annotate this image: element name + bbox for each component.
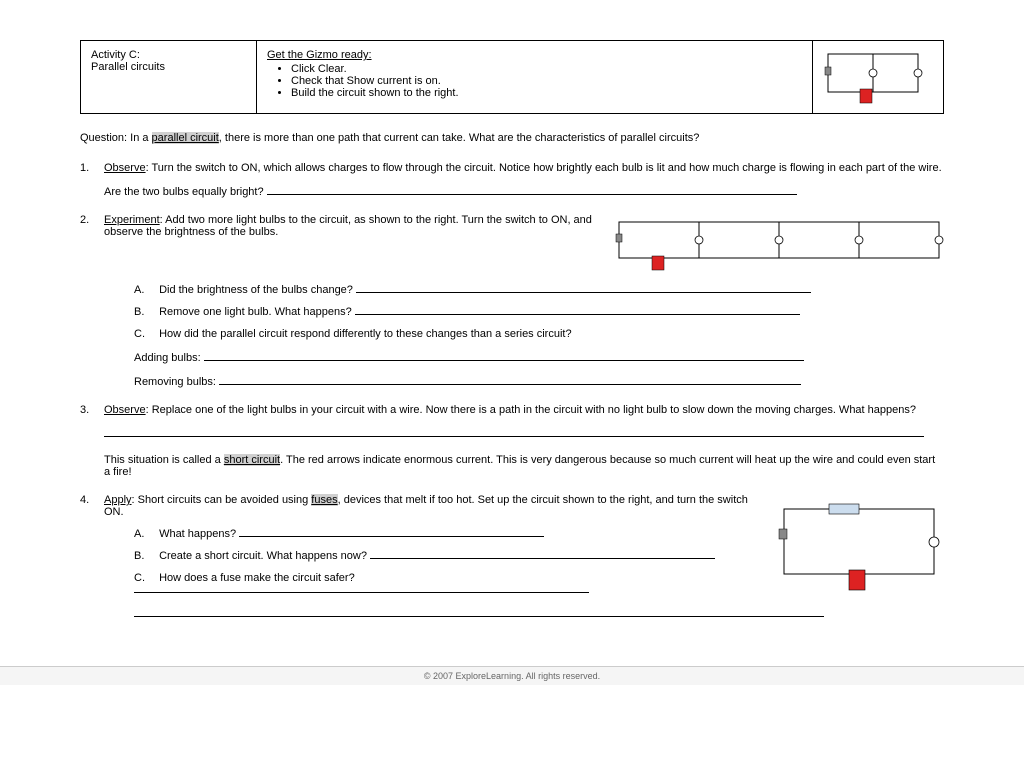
answer-blank[interactable] — [356, 292, 811, 293]
answer-blank[interactable] — [204, 360, 804, 361]
q3-number: 3. — [80, 404, 104, 416]
q1-lead: Observe — [104, 162, 146, 174]
circuit-diagram-four-bulbs — [614, 214, 944, 274]
q2-b-label: B. — [134, 306, 156, 318]
activity-label: Activity C: — [91, 49, 246, 61]
q4-c-label: C. — [134, 572, 156, 584]
question-1: 1. Observe: Turn the switch to ON, which… — [80, 162, 944, 198]
answer-blank[interactable] — [104, 436, 924, 437]
question-suffix: , there is more than one path that curre… — [219, 132, 700, 144]
q2-c: C. How did the parallel circuit respond … — [134, 328, 944, 388]
q4-c-blank2 — [134, 608, 944, 620]
answer-blank[interactable] — [134, 592, 589, 593]
q3-text: : Replace one of the light bulbs in your… — [146, 404, 916, 416]
q2-removing: Removing bulbs: — [134, 376, 219, 388]
answer-blank[interactable] — [370, 558, 715, 559]
q1-prompt: Are the two bulbs equally bright? — [104, 186, 267, 198]
q2-adding-row: Adding bulbs: — [134, 352, 944, 364]
ready-list: Click Clear. Check that Show current is … — [267, 63, 802, 99]
q2-b-text: Remove one light bulb. What happens? — [159, 306, 355, 318]
answer-blank[interactable] — [239, 536, 544, 537]
answer-blank[interactable] — [267, 194, 797, 195]
q2-removing-row: Removing bulbs: — [134, 376, 944, 388]
q3-note: This situation is called a short circuit… — [104, 454, 944, 478]
q4-a-text: What happens? — [159, 528, 239, 540]
question-4: 4. Apply: Short circuits can be avoided … — [80, 494, 944, 620]
circuit-diagram-small — [823, 49, 933, 105]
q3-note-pre: This situation is called a — [104, 454, 224, 466]
q2-adding: Adding bulbs: — [134, 352, 204, 364]
q4-lead: Apply — [104, 494, 132, 506]
answer-blank[interactable] — [355, 314, 800, 315]
answer-blank[interactable] — [219, 384, 801, 385]
q2-a-text: Did the brightness of the bulbs change? — [159, 284, 356, 296]
question-intro: Question: In a parallel circuit, there i… — [80, 132, 944, 144]
question-prefix: Question: In a — [80, 132, 152, 144]
circuit-diagram-fuse — [774, 494, 944, 594]
q2-lead: Experiment — [104, 214, 160, 226]
term-short-circuit: short circuit — [224, 454, 280, 466]
q4-number: 4. — [80, 494, 104, 506]
ready-item-text: Click Clear. — [291, 63, 347, 75]
q2-a-label: A. — [134, 284, 156, 296]
q2-number: 2. — [80, 214, 104, 226]
q3-lead: Observe — [104, 404, 146, 416]
q3-blank-row — [104, 428, 944, 440]
ready-item: Build the circuit shown to the right. — [291, 87, 802, 99]
q2-c-text: How did the parallel circuit respond dif… — [159, 328, 572, 340]
q2-b: B. Remove one light bulb. What happens? — [134, 306, 944, 318]
q4-b-label: B. — [134, 550, 156, 562]
activity-cell: Activity C: Parallel circuits — [81, 41, 257, 114]
q2-a: A. Did the brightness of the bulbs chang… — [134, 284, 944, 296]
q2-body: Experiment: Add two more light bulbs to … — [104, 214, 944, 388]
q2-text: : Add two more light bulbs to the circui… — [104, 214, 592, 238]
ready-item: Click Clear. — [291, 63, 802, 75]
question-2: 2. Experiment: Add two more light bulbs … — [80, 214, 944, 388]
page-footer: © 2007 ExploreLearning. All rights reser… — [0, 666, 1024, 685]
q4-body: Apply: Short circuits can be avoided usi… — [104, 494, 944, 620]
q2-c-label: C. — [134, 328, 156, 340]
ready-item-text: Build the circuit shown to the right. — [291, 87, 459, 99]
q1-number: 1. — [80, 162, 104, 174]
q4-a-label: A. — [134, 528, 156, 540]
ready-item-text: Check that Show current is on. — [291, 75, 441, 87]
question-3: 3. Observe: Replace one of the light bul… — [80, 404, 944, 478]
term-parallel-circuit: parallel circuit — [152, 132, 219, 144]
ready-item: Check that Show current is on. — [291, 75, 802, 87]
q4-b-text: Create a short circuit. What happens now… — [159, 550, 370, 562]
worksheet-page: Activity C: Parallel circuits Get the Gi… — [0, 0, 1024, 646]
q4-text-pre: : Short circuits can be avoided using — [132, 494, 312, 506]
q1-prompt-row: Are the two bulbs equally bright? — [104, 186, 944, 198]
header-table: Activity C: Parallel circuits Get the Gi… — [80, 40, 944, 114]
q3-body: Observe: Replace one of the light bulbs … — [104, 404, 944, 478]
q1-text: : Turn the switch to ON, which allows ch… — [146, 162, 942, 174]
q4-c-text: How does a fuse make the circuit safer? — [159, 572, 355, 584]
term-fuses: fuses — [311, 494, 337, 506]
answer-blank[interactable] — [134, 616, 824, 617]
header-diagram-cell — [813, 41, 944, 114]
q1-body: Observe: Turn the switch to ON, which al… — [104, 162, 944, 198]
ready-title: Get the Gizmo ready: — [267, 49, 802, 61]
ready-cell: Get the Gizmo ready: Click Clear. Check … — [257, 41, 813, 114]
activity-title: Parallel circuits — [91, 61, 246, 73]
